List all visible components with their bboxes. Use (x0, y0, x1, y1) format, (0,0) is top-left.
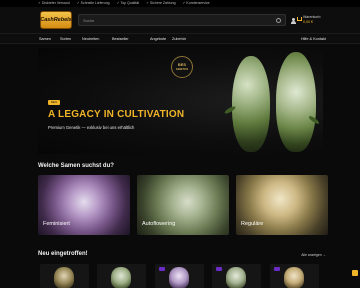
cart-amount: 0,00 € (303, 20, 313, 24)
product-image (54, 267, 74, 288)
new-arrivals-title: Neu eingetroffen! (38, 251, 88, 257)
search-icon[interactable] (276, 17, 281, 23)
category-card-autoflowering[interactable]: Autoflowering (137, 175, 229, 235)
hero-tag: NEU (48, 100, 60, 105)
main-nav: Samen Sorten Neuheiten Bestseller Angebo… (0, 33, 360, 44)
categories-title: Welche Samen suchst du? (38, 163, 114, 169)
search-bar[interactable]: Suche (78, 14, 286, 26)
topbar-item: ✓ Sichere Zahlung (146, 1, 176, 5)
user-icon[interactable] (291, 18, 296, 24)
view-all-link[interactable]: Alle anzeigen → (301, 253, 326, 257)
product-image (284, 267, 304, 288)
topbar: ✓ Diskreter Versand ✓ Schnelle Lieferung… (0, 0, 360, 7)
product-card[interactable] (270, 264, 319, 288)
product-card[interactable] (155, 264, 204, 288)
nav-item-angebote[interactable]: Angebote (150, 34, 166, 44)
nav-item-neuheiten[interactable]: Neuheiten (82, 34, 99, 44)
badge-bottom-text: GENETICS (175, 67, 189, 71)
product-tag-icon (216, 267, 222, 271)
site-header: CashRebels Suche Warenkorb 0,00 € (0, 7, 360, 33)
hero-title: A LEGACY IN CULTIVATION (48, 109, 185, 120)
category-label: Reguläre (241, 221, 264, 227)
category-label: Autoflowering (142, 221, 176, 227)
hero-subtitle: Premium Genetik — exklusiv bei uns erhäl… (48, 125, 135, 130)
cannabis-bud-image (276, 52, 316, 152)
search-input[interactable]: Suche (83, 18, 276, 23)
nav-item-bestseller[interactable]: Bestseller (112, 34, 129, 44)
topbar-item: ✓ Top Qualität (116, 1, 140, 5)
product-image (169, 267, 189, 288)
brand-logo[interactable]: CashRebels (40, 11, 72, 29)
cart-icon (297, 17, 302, 21)
nav-item-sorten[interactable]: Sorten (60, 34, 71, 44)
category-label: Feminisiert (43, 221, 70, 227)
cart-button[interactable]: Warenkorb 0,00 € (297, 15, 320, 25)
product-image (111, 267, 131, 288)
brand-badge: BES GENETICS (171, 56, 193, 78)
category-card-feminized[interactable]: Feminisiert (38, 175, 130, 235)
hero-banner[interactable]: BES GENETICS NEU A LEGACY IN CULTIVATION… (38, 48, 323, 154)
badge-top-text: BES (177, 61, 187, 67)
side-widget-icon[interactable] (352, 270, 358, 276)
topbar-item: ✓ Schnelle Lieferung (76, 1, 110, 5)
product-card[interactable] (40, 264, 89, 288)
product-card[interactable] (97, 264, 146, 288)
category-card-regular[interactable]: Reguläre (236, 175, 328, 235)
nav-item-zubehoer[interactable]: Zubehör (172, 34, 186, 44)
product-tag-icon (159, 267, 165, 271)
cannabis-bud-image (232, 56, 270, 152)
topbar-item: ✓ Diskreter Versand (38, 1, 70, 5)
nav-item-samen[interactable]: Samen (39, 34, 51, 44)
product-tag-icon (274, 267, 280, 271)
nav-help-link[interactable]: Hilfe & Kontakt (301, 34, 326, 44)
product-card[interactable] (212, 264, 261, 288)
product-image (226, 267, 246, 288)
topbar-item: ✓ Kundenservice (182, 1, 210, 5)
